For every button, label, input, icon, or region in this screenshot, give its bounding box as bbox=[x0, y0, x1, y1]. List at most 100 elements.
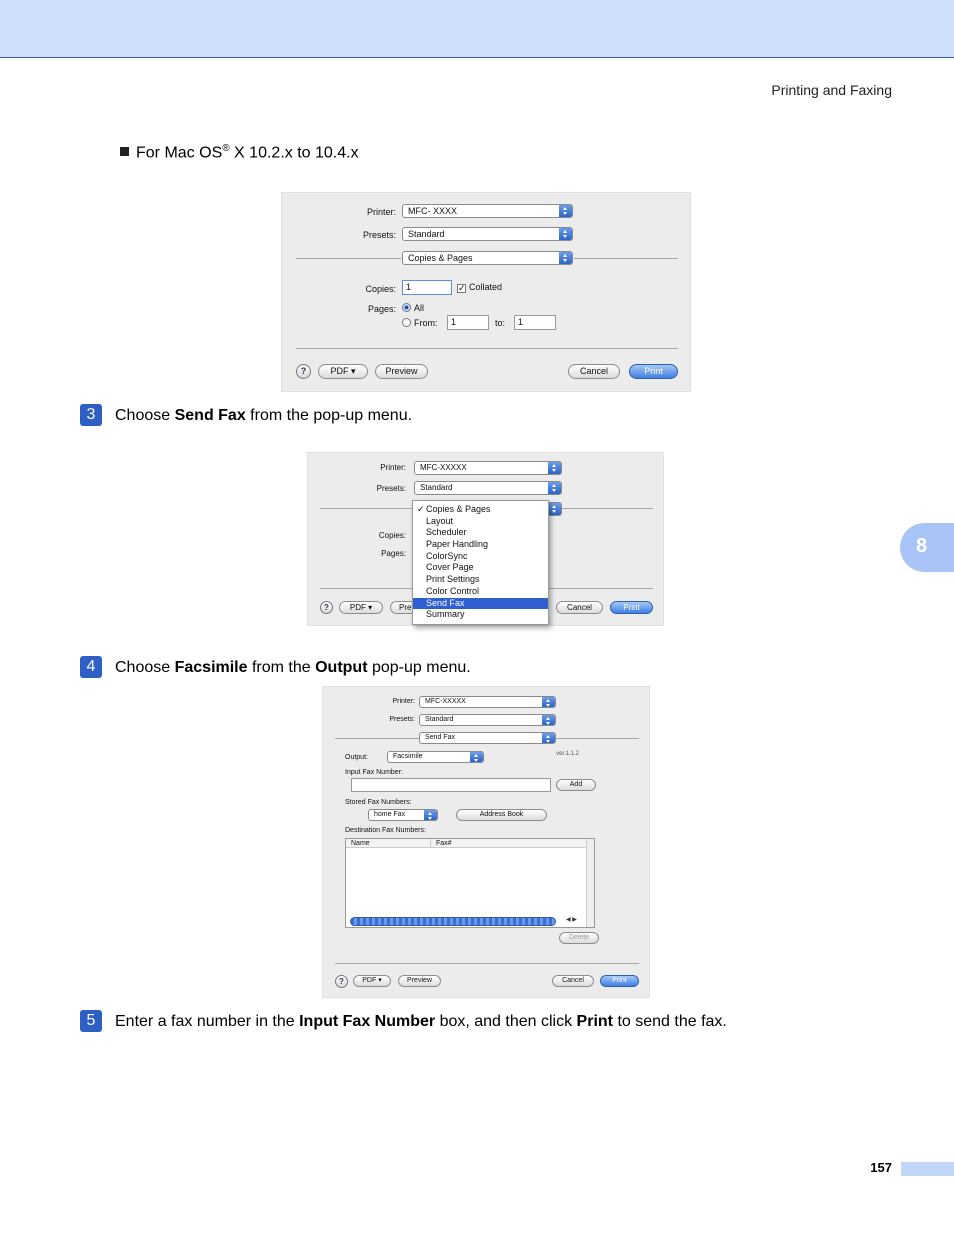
step-text: to send the fax. bbox=[613, 1013, 727, 1030]
page-number: 157 bbox=[870, 1160, 892, 1175]
footer-bar bbox=[901, 1162, 954, 1176]
output-popup[interactable]: Facsimile bbox=[387, 751, 484, 763]
collated-checkbox[interactable]: ✓ Collated bbox=[457, 282, 502, 293]
copies-field[interactable]: 1 bbox=[402, 280, 452, 295]
step-bold: Output bbox=[315, 659, 368, 676]
print-button[interactable]: Print bbox=[610, 601, 653, 614]
printer-label: Printer: bbox=[392, 698, 415, 705]
popup-arrows-icon bbox=[559, 205, 572, 217]
cancel-button[interactable]: Cancel bbox=[556, 601, 603, 614]
header-band bbox=[0, 0, 954, 58]
menu-item-colorsync[interactable]: ColorSync bbox=[413, 551, 548, 563]
help-icon[interactable]: ? bbox=[335, 975, 348, 988]
column-header-name[interactable]: Name bbox=[346, 839, 431, 848]
menu-item-copies-pages[interactable]: ✓ Copies & Pages bbox=[413, 504, 548, 516]
collated-label: Collated bbox=[469, 282, 503, 292]
step-4-text: Choose Facsimile from the Output pop-up … bbox=[115, 659, 471, 677]
address-book-button[interactable]: Address Book bbox=[456, 809, 547, 821]
step-text: from the bbox=[247, 659, 316, 676]
stored-fax-value: home Fax bbox=[374, 811, 406, 818]
panel-popup[interactable]: Send Fax bbox=[419, 732, 556, 744]
menu-item-layout[interactable]: Layout bbox=[413, 516, 548, 528]
menu-item-scheduler[interactable]: Scheduler bbox=[413, 527, 548, 539]
running-header: Printing and Faxing bbox=[771, 82, 892, 98]
menu-item-color-control[interactable]: Color Control bbox=[413, 586, 548, 598]
print-button[interactable]: Print bbox=[629, 364, 678, 379]
delete-button[interactable]: Delete bbox=[559, 932, 599, 944]
to-field[interactable]: 1 bbox=[514, 315, 556, 330]
step-5-text: Enter a fax number in the Input Fax Numb… bbox=[115, 1013, 727, 1031]
version-label: ver.1.1.2 bbox=[556, 751, 580, 757]
presets-popup[interactable]: Standard bbox=[402, 227, 573, 241]
pages-label: Pages: bbox=[367, 304, 396, 314]
pages-all-radio[interactable]: All bbox=[402, 303, 424, 313]
step-text: box, and then click bbox=[435, 1013, 577, 1030]
menu-item-send-fax[interactable]: Send Fax bbox=[413, 597, 548, 610]
help-icon[interactable]: ? bbox=[320, 601, 333, 614]
menu-item-paper-handling[interactable]: Paper Handling bbox=[413, 539, 548, 551]
preview-button[interactable]: Preview bbox=[375, 364, 428, 379]
popup-arrows-icon bbox=[470, 752, 483, 762]
divider bbox=[335, 963, 639, 964]
stored-fax-popup[interactable]: home Fax bbox=[368, 809, 438, 821]
menu-item-print-settings[interactable]: Print Settings bbox=[413, 574, 548, 586]
presets-label: Presets: bbox=[376, 484, 406, 493]
step-bold: Input Fax Number bbox=[299, 1013, 436, 1030]
panel-popup[interactable]: Copies & Pages bbox=[402, 251, 573, 265]
step-bold: Send Fax bbox=[174, 407, 246, 424]
step-3-text: Choose Send Fax from the pop-up menu. bbox=[115, 407, 412, 425]
panel-value: Copies & Pages bbox=[408, 253, 473, 263]
print-button[interactable]: Print bbox=[600, 975, 639, 987]
menu-item-cover-page[interactable]: Cover Page bbox=[413, 562, 548, 574]
presets-popup[interactable]: Standard bbox=[419, 714, 556, 726]
step-number-badge: 4 bbox=[80, 656, 102, 678]
input-fax-number-field[interactable] bbox=[351, 778, 551, 792]
menu-item-summary[interactable]: Summary bbox=[413, 609, 548, 621]
column-header-fax[interactable]: Fax# bbox=[431, 839, 587, 848]
printer-value: MFC-XXXXX bbox=[420, 463, 467, 472]
popup-arrows-icon bbox=[542, 715, 555, 725]
preview-button[interactable]: Preview bbox=[398, 975, 441, 987]
step-bold: Facsimile bbox=[174, 659, 248, 676]
radio-off-icon bbox=[402, 318, 411, 327]
panel-popup-menu: ✓ Copies & Pages Layout Scheduler Paper H… bbox=[412, 500, 549, 625]
to-label: to: bbox=[495, 318, 506, 328]
all-label: All bbox=[414, 303, 425, 313]
presets-value: Standard bbox=[408, 229, 445, 239]
popup-arrows-icon bbox=[548, 462, 561, 474]
printer-popup[interactable]: MFC-XXXXX bbox=[419, 696, 556, 708]
printer-popup[interactable]: MFC- XXXX bbox=[402, 204, 573, 218]
radio-on-icon bbox=[402, 303, 411, 312]
step-bold: Print bbox=[576, 1013, 613, 1030]
cancel-button[interactable]: Cancel bbox=[568, 364, 620, 379]
pdf-button[interactable]: PDF ▾ bbox=[353, 975, 391, 987]
printer-popup[interactable]: MFC-XXXXX bbox=[414, 461, 562, 475]
scroll-arrows-icon[interactable]: ◀ ▶ bbox=[566, 916, 577, 923]
presets-value: Standard bbox=[420, 483, 453, 492]
pages-from-radio[interactable]: From: bbox=[402, 318, 438, 328]
add-button[interactable]: Add bbox=[556, 779, 596, 791]
cancel-button[interactable]: Cancel bbox=[552, 975, 594, 987]
copies-label: Copies: bbox=[365, 284, 396, 294]
destination-fax-table[interactable]: Name Fax# ◀ ▶ bbox=[345, 838, 595, 928]
pdf-button[interactable]: PDF ▾ bbox=[318, 364, 368, 379]
pdf-button[interactable]: PDF ▾ bbox=[339, 601, 383, 614]
horizontal-scrollbar-thumb[interactable] bbox=[350, 917, 556, 926]
checkmark-icon: ✓ bbox=[457, 283, 466, 293]
input-fax-number-label: Input Fax Number: bbox=[345, 769, 403, 776]
step-number-badge: 5 bbox=[80, 1010, 102, 1032]
print-dialog-send-fax: Printer: MFC-XXXXX Presets: Standard Sen… bbox=[322, 686, 650, 998]
from-label: From: bbox=[414, 318, 438, 328]
popup-arrows-icon bbox=[559, 252, 572, 264]
presets-label: Presets: bbox=[362, 230, 396, 240]
step-text: Choose bbox=[115, 659, 175, 676]
presets-popup[interactable]: Standard bbox=[414, 481, 562, 495]
panel-value: Send Fax bbox=[425, 734, 455, 741]
step-text: pop-up menu. bbox=[367, 659, 471, 676]
from-field[interactable]: 1 bbox=[447, 315, 489, 330]
bullet-square-icon bbox=[120, 147, 129, 157]
help-icon[interactable]: ? bbox=[296, 364, 311, 379]
vertical-scrollbar[interactable] bbox=[586, 839, 594, 927]
printer-label: Printer: bbox=[380, 463, 406, 472]
checkmark-icon: ✓ bbox=[417, 504, 425, 514]
